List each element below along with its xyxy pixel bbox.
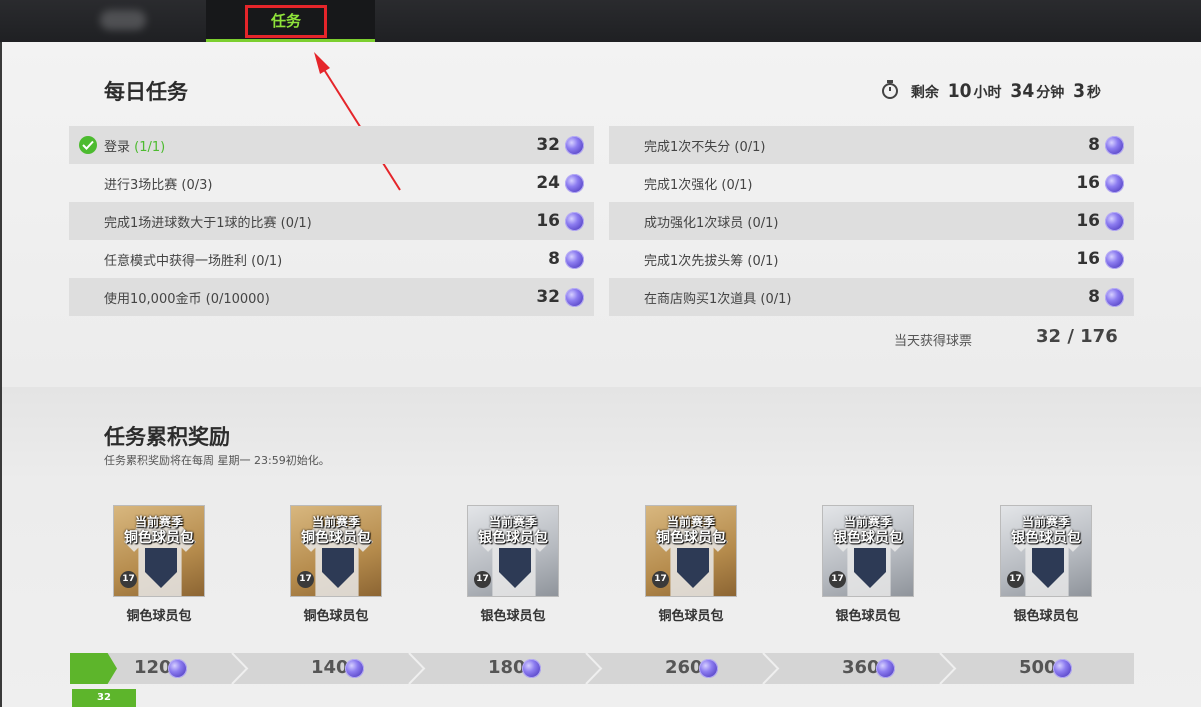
daily-timer: 剩余 10 小时 34 分钟 3 秒 bbox=[881, 77, 1101, 102]
task-row: 进行3场比赛 (0/3) 24 bbox=[69, 164, 594, 202]
task-reward: 16 bbox=[1076, 173, 1100, 193]
timer-minutes: 34 bbox=[1010, 80, 1035, 102]
task-reward: 16 bbox=[1076, 249, 1100, 269]
task-reward: 24 bbox=[536, 173, 560, 193]
pack-card[interactable]: 17 当前赛季 银色球员包 bbox=[1000, 505, 1092, 597]
season-badge: 17 bbox=[652, 571, 669, 588]
pack-name: 铜色球员包 bbox=[303, 609, 369, 624]
reward-pack[interactable]: 17 当前赛季 银色球员包 银色球员包 bbox=[1000, 505, 1092, 624]
task-reward: 32 bbox=[536, 135, 560, 155]
task-label: 在商店购买1次道具 (0/1) bbox=[644, 291, 792, 307]
task-label: 完成1次不失分 (0/1) bbox=[644, 139, 766, 155]
cumulative-title: 任务累积奖励 bbox=[104, 425, 230, 449]
task-label: 成功强化1次球员 (0/1) bbox=[644, 215, 779, 231]
task-row: 完成1场进球数大于1球的比赛 (0/1) 16 bbox=[69, 202, 594, 240]
season-badge: 17 bbox=[1007, 571, 1024, 588]
task-row: 完成1次不失分 (0/1) 8 bbox=[609, 126, 1134, 164]
task-reward: 16 bbox=[536, 211, 560, 231]
pack-card[interactable]: 17 当前赛季 铜色球员包 bbox=[645, 505, 737, 597]
ticket-coin-icon bbox=[1105, 174, 1124, 193]
card-line1: 当前赛季 bbox=[134, 515, 183, 529]
task-reward: 16 bbox=[1076, 211, 1100, 231]
pack-card[interactable]: 17 当前赛季 银色球员包 bbox=[467, 505, 559, 597]
card-line2: 银色球员包 bbox=[1011, 530, 1081, 546]
top-nav-bar: 任务 bbox=[0, 0, 1201, 42]
task-row: 完成1次先拔头筹 (0/1) 16 bbox=[609, 240, 1134, 278]
timer-seconds-unit: 秒 bbox=[1087, 85, 1101, 101]
progress-fill bbox=[70, 653, 117, 684]
milestone-track: 120 140 180 260 360 500 bbox=[70, 653, 1134, 684]
day-total-value: 32 / 176 bbox=[1036, 326, 1118, 347]
timer-hours-unit: 小时 bbox=[973, 85, 1002, 101]
task-row: 在商店购买1次道具 (0/1) 8 bbox=[609, 278, 1134, 316]
card-line2: 银色球员包 bbox=[833, 530, 903, 546]
card-line1: 当前赛季 bbox=[843, 515, 892, 529]
stopwatch-icon bbox=[881, 80, 898, 99]
ticket-coin-icon bbox=[1105, 136, 1124, 155]
card-line2: 铜色球员包 bbox=[124, 530, 194, 546]
task-row: 登录 (1/1) 32 bbox=[69, 126, 594, 164]
season-badge: 17 bbox=[474, 571, 491, 588]
pack-name: 银色球员包 bbox=[835, 609, 901, 624]
check-icon bbox=[79, 136, 97, 154]
progress-value-tag: 32 bbox=[72, 689, 136, 707]
task-row: 完成1次强化 (0/1) 16 bbox=[609, 164, 1134, 202]
reward-pack[interactable]: 17 当前赛季 铜色球员包 铜色球员包 bbox=[645, 505, 737, 624]
season-badge: 17 bbox=[120, 571, 137, 588]
pack-name: 银色球员包 bbox=[480, 609, 546, 624]
task-reward: 32 bbox=[536, 287, 560, 307]
card-line2: 银色球员包 bbox=[478, 530, 548, 546]
card-line2: 铜色球员包 bbox=[301, 530, 371, 546]
task-label: 完成1次强化 (0/1) bbox=[644, 177, 753, 193]
tab-blurred[interactable] bbox=[100, 10, 146, 30]
reward-pack[interactable]: 17 当前赛季 铜色球员包 铜色球员包 bbox=[290, 505, 382, 624]
task-row: 使用10,000金币 (0/10000) 32 bbox=[69, 278, 594, 316]
ticket-coin-icon bbox=[1105, 288, 1124, 307]
task-label: 完成1次先拔头筹 (0/1) bbox=[644, 253, 779, 269]
ticket-coin-icon bbox=[1105, 250, 1124, 269]
pack-card[interactable]: 17 当前赛季 铜色球员包 bbox=[113, 505, 205, 597]
pack-name: 银色球员包 bbox=[1013, 609, 1079, 624]
ticket-coin-icon bbox=[565, 250, 584, 269]
timer-minutes-unit: 分钟 bbox=[1036, 85, 1065, 101]
day-total-label: 当天获得球票 bbox=[894, 334, 973, 349]
card-line1: 当前赛季 bbox=[311, 515, 360, 529]
task-label: 进行3场比赛 (0/3) bbox=[104, 177, 213, 193]
reward-pack[interactable]: 17 当前赛季 银色球员包 银色球员包 bbox=[822, 505, 914, 624]
ticket-coin-icon bbox=[1105, 212, 1124, 231]
card-line1: 当前赛季 bbox=[1021, 515, 1070, 529]
reward-pack[interactable]: 17 当前赛季 铜色球员包 铜色球员包 bbox=[113, 505, 205, 624]
timer-prefix: 剩余 bbox=[910, 85, 939, 101]
reward-pack[interactable]: 17 当前赛季 银色球员包 银色球员包 bbox=[467, 505, 559, 624]
task-label: 任意模式中获得一场胜利 (0/1) bbox=[104, 253, 283, 269]
task-reward: 8 bbox=[1088, 135, 1100, 155]
segment-chevrons bbox=[231, 653, 957, 684]
ticket-coin-icon bbox=[565, 288, 584, 307]
card-line2: 铜色球员包 bbox=[656, 530, 726, 546]
task-reward: 8 bbox=[548, 249, 560, 269]
ticket-coin-icon bbox=[565, 212, 584, 231]
season-badge: 17 bbox=[297, 571, 314, 588]
pack-name: 铜色球员包 bbox=[126, 609, 192, 624]
ticket-coin-icon bbox=[565, 136, 584, 155]
task-reward: 8 bbox=[1088, 287, 1100, 307]
daily-title: 每日任务 bbox=[104, 80, 188, 104]
pack-name: 铜色球员包 bbox=[658, 609, 724, 624]
timer-hours: 10 bbox=[947, 80, 972, 102]
tab-tasks-label: 任务 bbox=[245, 5, 327, 38]
pack-card[interactable]: 17 当前赛季 银色球员包 bbox=[822, 505, 914, 597]
task-row: 任意模式中获得一场胜利 (0/1) 8 bbox=[69, 240, 594, 278]
task-label: 登录 (1/1) bbox=[104, 139, 166, 155]
task-label: 使用10,000金币 (0/10000) bbox=[104, 291, 270, 307]
card-line1: 当前赛季 bbox=[488, 515, 537, 529]
ticket-coin-icon bbox=[565, 174, 584, 193]
timer-seconds: 3 bbox=[1073, 80, 1085, 102]
tab-tasks[interactable]: 任务 bbox=[206, 0, 375, 42]
season-badge: 17 bbox=[829, 571, 846, 588]
cumulative-note: 任务累积奖励将在每周 星期一 23:59初始化。 bbox=[104, 454, 330, 467]
pack-card[interactable]: 17 当前赛季 铜色球员包 bbox=[290, 505, 382, 597]
card-line1: 当前赛季 bbox=[666, 515, 715, 529]
task-label: 完成1场进球数大于1球的比赛 (0/1) bbox=[104, 215, 312, 231]
task-row: 成功强化1次球员 (0/1) 16 bbox=[609, 202, 1134, 240]
